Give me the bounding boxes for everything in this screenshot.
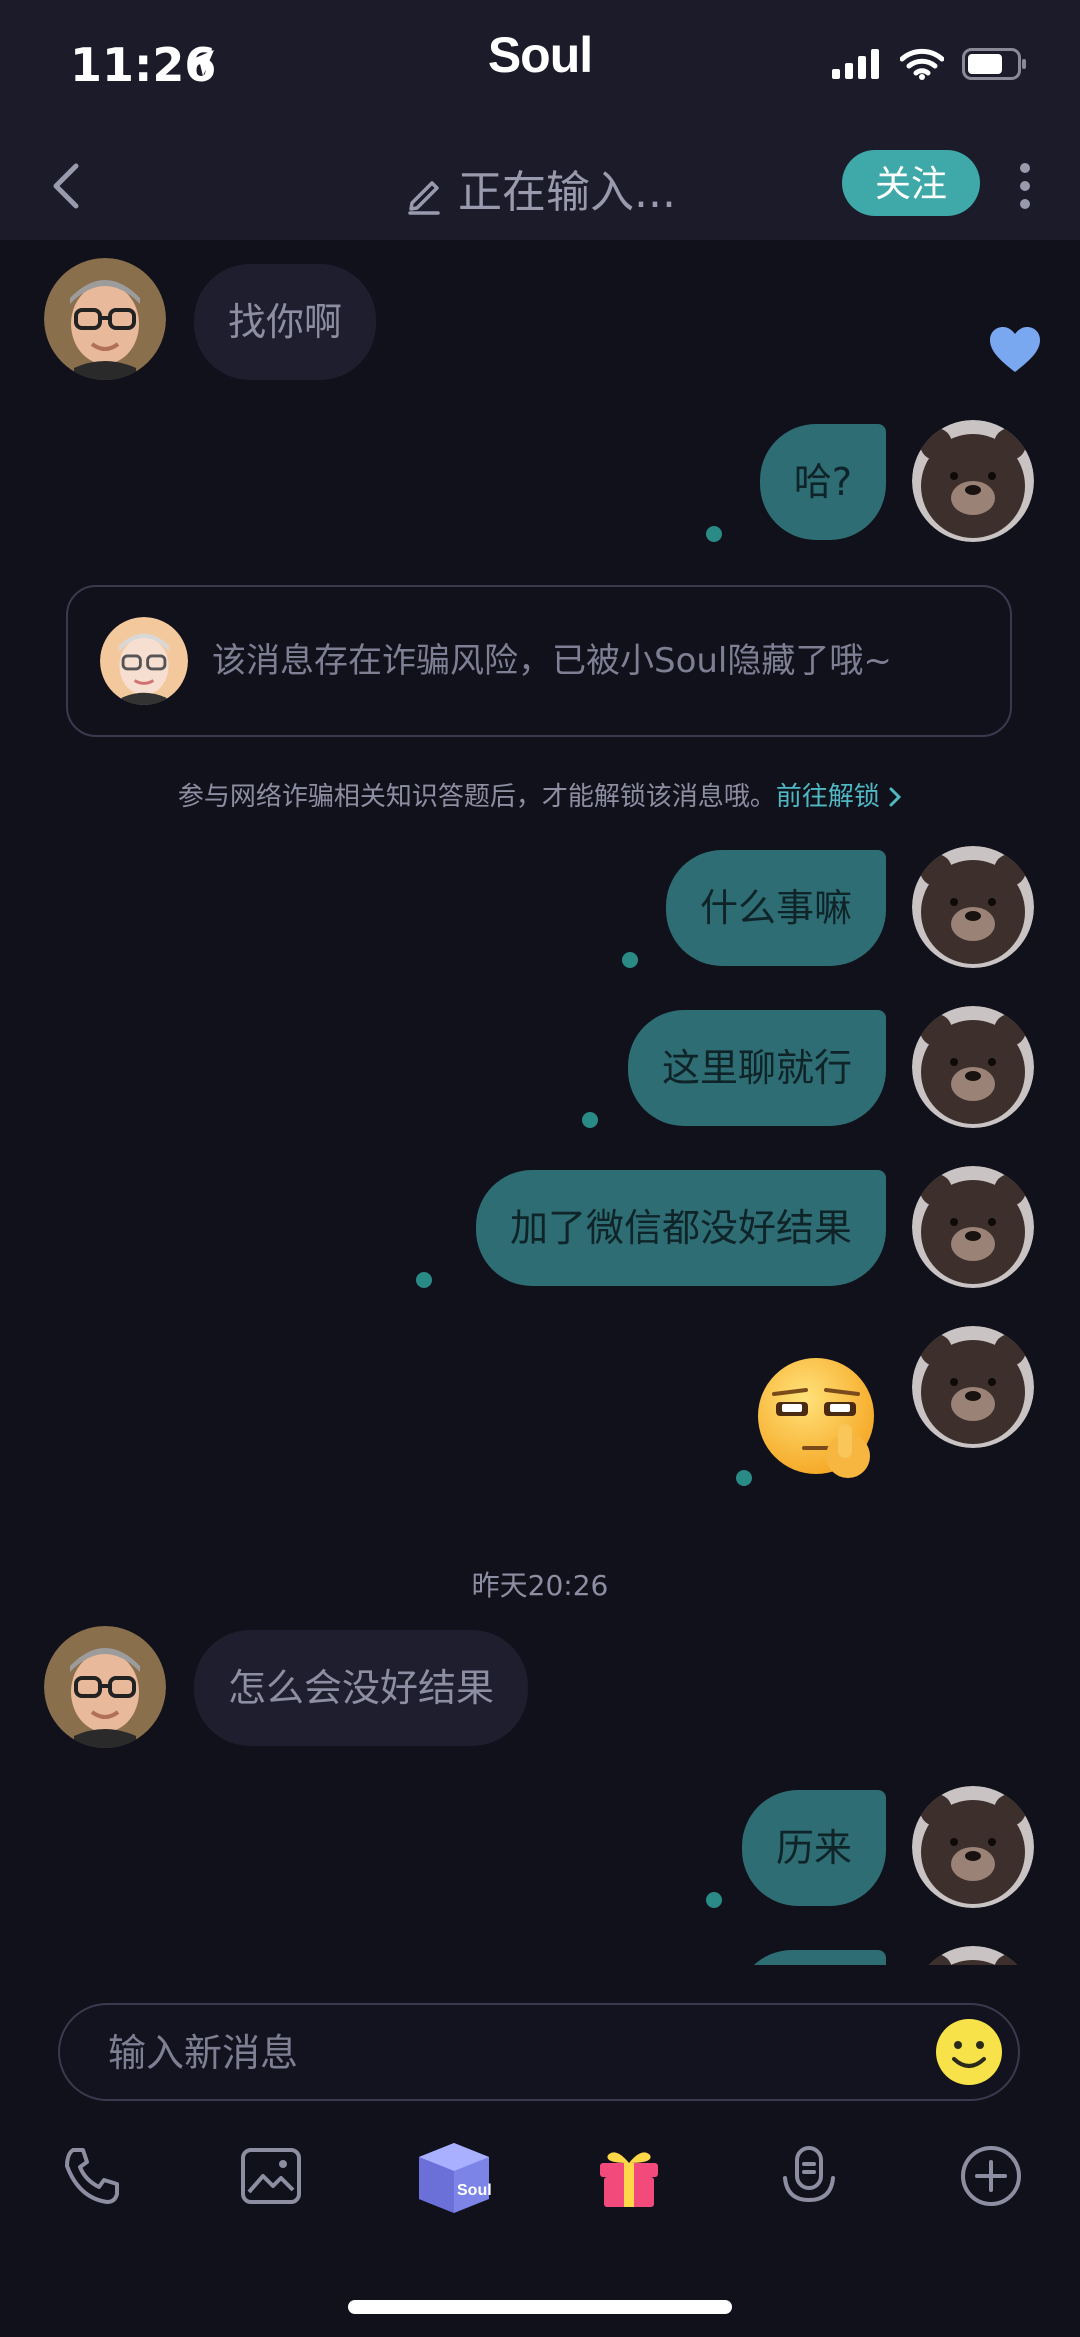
- plus-circle-icon: [961, 2146, 1021, 2206]
- read-indicator: [416, 1272, 432, 1288]
- fraud-warning-text: 该消息存在诈骗风险，已被小Soul隐藏了哦~: [212, 641, 892, 681]
- message-input[interactable]: [106, 2005, 930, 2101]
- message-bubble-outgoing[interactable]: 历来: [741, 1790, 886, 1906]
- my-avatar[interactable]: [912, 420, 1034, 542]
- soul-box-button[interactable]: Soul: [404, 2131, 504, 2221]
- composer: Soul: [0, 1965, 1080, 2337]
- heart-icon[interactable]: [988, 326, 1042, 374]
- chat-messages: 找你啊 哈? 该消息存在诈骗风险，已被小Soul隐藏了哦~ 参与网络诈骗相关知识…: [0, 240, 1080, 1965]
- contact-avatar[interactable]: [44, 1626, 166, 1748]
- typing-status: 正在输入...: [458, 167, 676, 218]
- chat-header: 正在输入... 关注: [0, 130, 1080, 240]
- read-indicator: [622, 952, 638, 968]
- read-indicator: [736, 1470, 752, 1486]
- svg-text:Soul: Soul: [457, 2182, 492, 2199]
- microphone-icon: [783, 2146, 835, 2203]
- soul-box-icon: Soul: [419, 2143, 492, 2213]
- read-indicator: [706, 526, 722, 542]
- my-avatar[interactable]: [912, 1006, 1034, 1128]
- message-bubble-incoming[interactable]: 找你啊: [194, 264, 377, 380]
- emoji-icon[interactable]: [934, 2017, 1004, 2087]
- read-indicator: [706, 1892, 722, 1908]
- message-bubble-outgoing[interactable]: 哈?: [759, 424, 886, 540]
- unlock-notice: 参与网络诈骗相关知识答题后，才能解锁该消息哦。前往解锁: [0, 776, 1080, 813]
- voice-message-button[interactable]: [764, 2131, 854, 2221]
- message-bubble-outgoing[interactable]: 这里聊就行: [627, 1010, 886, 1126]
- status-icons: [832, 48, 1028, 80]
- message-bubble-outgoing[interactable]: 什么事嘛: [665, 850, 886, 966]
- my-avatar[interactable]: [912, 1946, 1034, 1965]
- timestamp-separator: 昨天20:26: [471, 1569, 609, 1602]
- my-avatar[interactable]: [912, 846, 1034, 968]
- notice-text: 参与网络诈骗相关知识答题后，才能解锁该消息哦。: [177, 782, 776, 812]
- gift-icon: [600, 2152, 658, 2207]
- my-avatar[interactable]: [912, 1326, 1034, 1448]
- my-avatar[interactable]: [912, 1786, 1034, 1908]
- message-bubble-outgoing[interactable]: 加了微信都没好结果: [475, 1170, 886, 1286]
- message-input-box: [58, 2003, 1020, 2101]
- pencil-icon: [408, 181, 440, 215]
- message-bubble-incoming[interactable]: 怎么会没好结果: [194, 1630, 529, 1746]
- composer-toolbar: Soul: [0, 2131, 1080, 2231]
- follow-button[interactable]: 关注: [842, 150, 980, 216]
- fraud-warning-card: 该消息存在诈骗风险，已被小Soul隐藏了哦~: [66, 585, 1012, 737]
- home-indicator[interactable]: [348, 2300, 732, 2314]
- shushing-face-emoji[interactable]: [756, 1356, 886, 1486]
- image-icon: [241, 2148, 301, 2204]
- contact-avatar[interactable]: [44, 258, 166, 380]
- my-avatar[interactable]: [912, 1166, 1034, 1288]
- battery-icon: [962, 48, 1026, 80]
- photo-button[interactable]: [226, 2131, 316, 2221]
- more-actions-button[interactable]: [946, 2131, 1036, 2221]
- signal-icon: [832, 49, 879, 79]
- wifi-icon: [900, 48, 944, 80]
- unlock-link[interactable]: 前往解锁: [776, 782, 902, 812]
- chevron-right-icon: [889, 787, 902, 807]
- gift-button[interactable]: [584, 2131, 674, 2221]
- phone-icon: [65, 2148, 119, 2204]
- soul-assistant-avatar: [100, 617, 188, 705]
- status-bar: 11:26 Soul: [0, 0, 1080, 130]
- read-indicator: [582, 1112, 598, 1128]
- voice-call-button[interactable]: [46, 2131, 136, 2221]
- message-bubble-outgoing[interactable]: [736, 1950, 886, 1965]
- more-options-icon[interactable]: [1010, 156, 1040, 216]
